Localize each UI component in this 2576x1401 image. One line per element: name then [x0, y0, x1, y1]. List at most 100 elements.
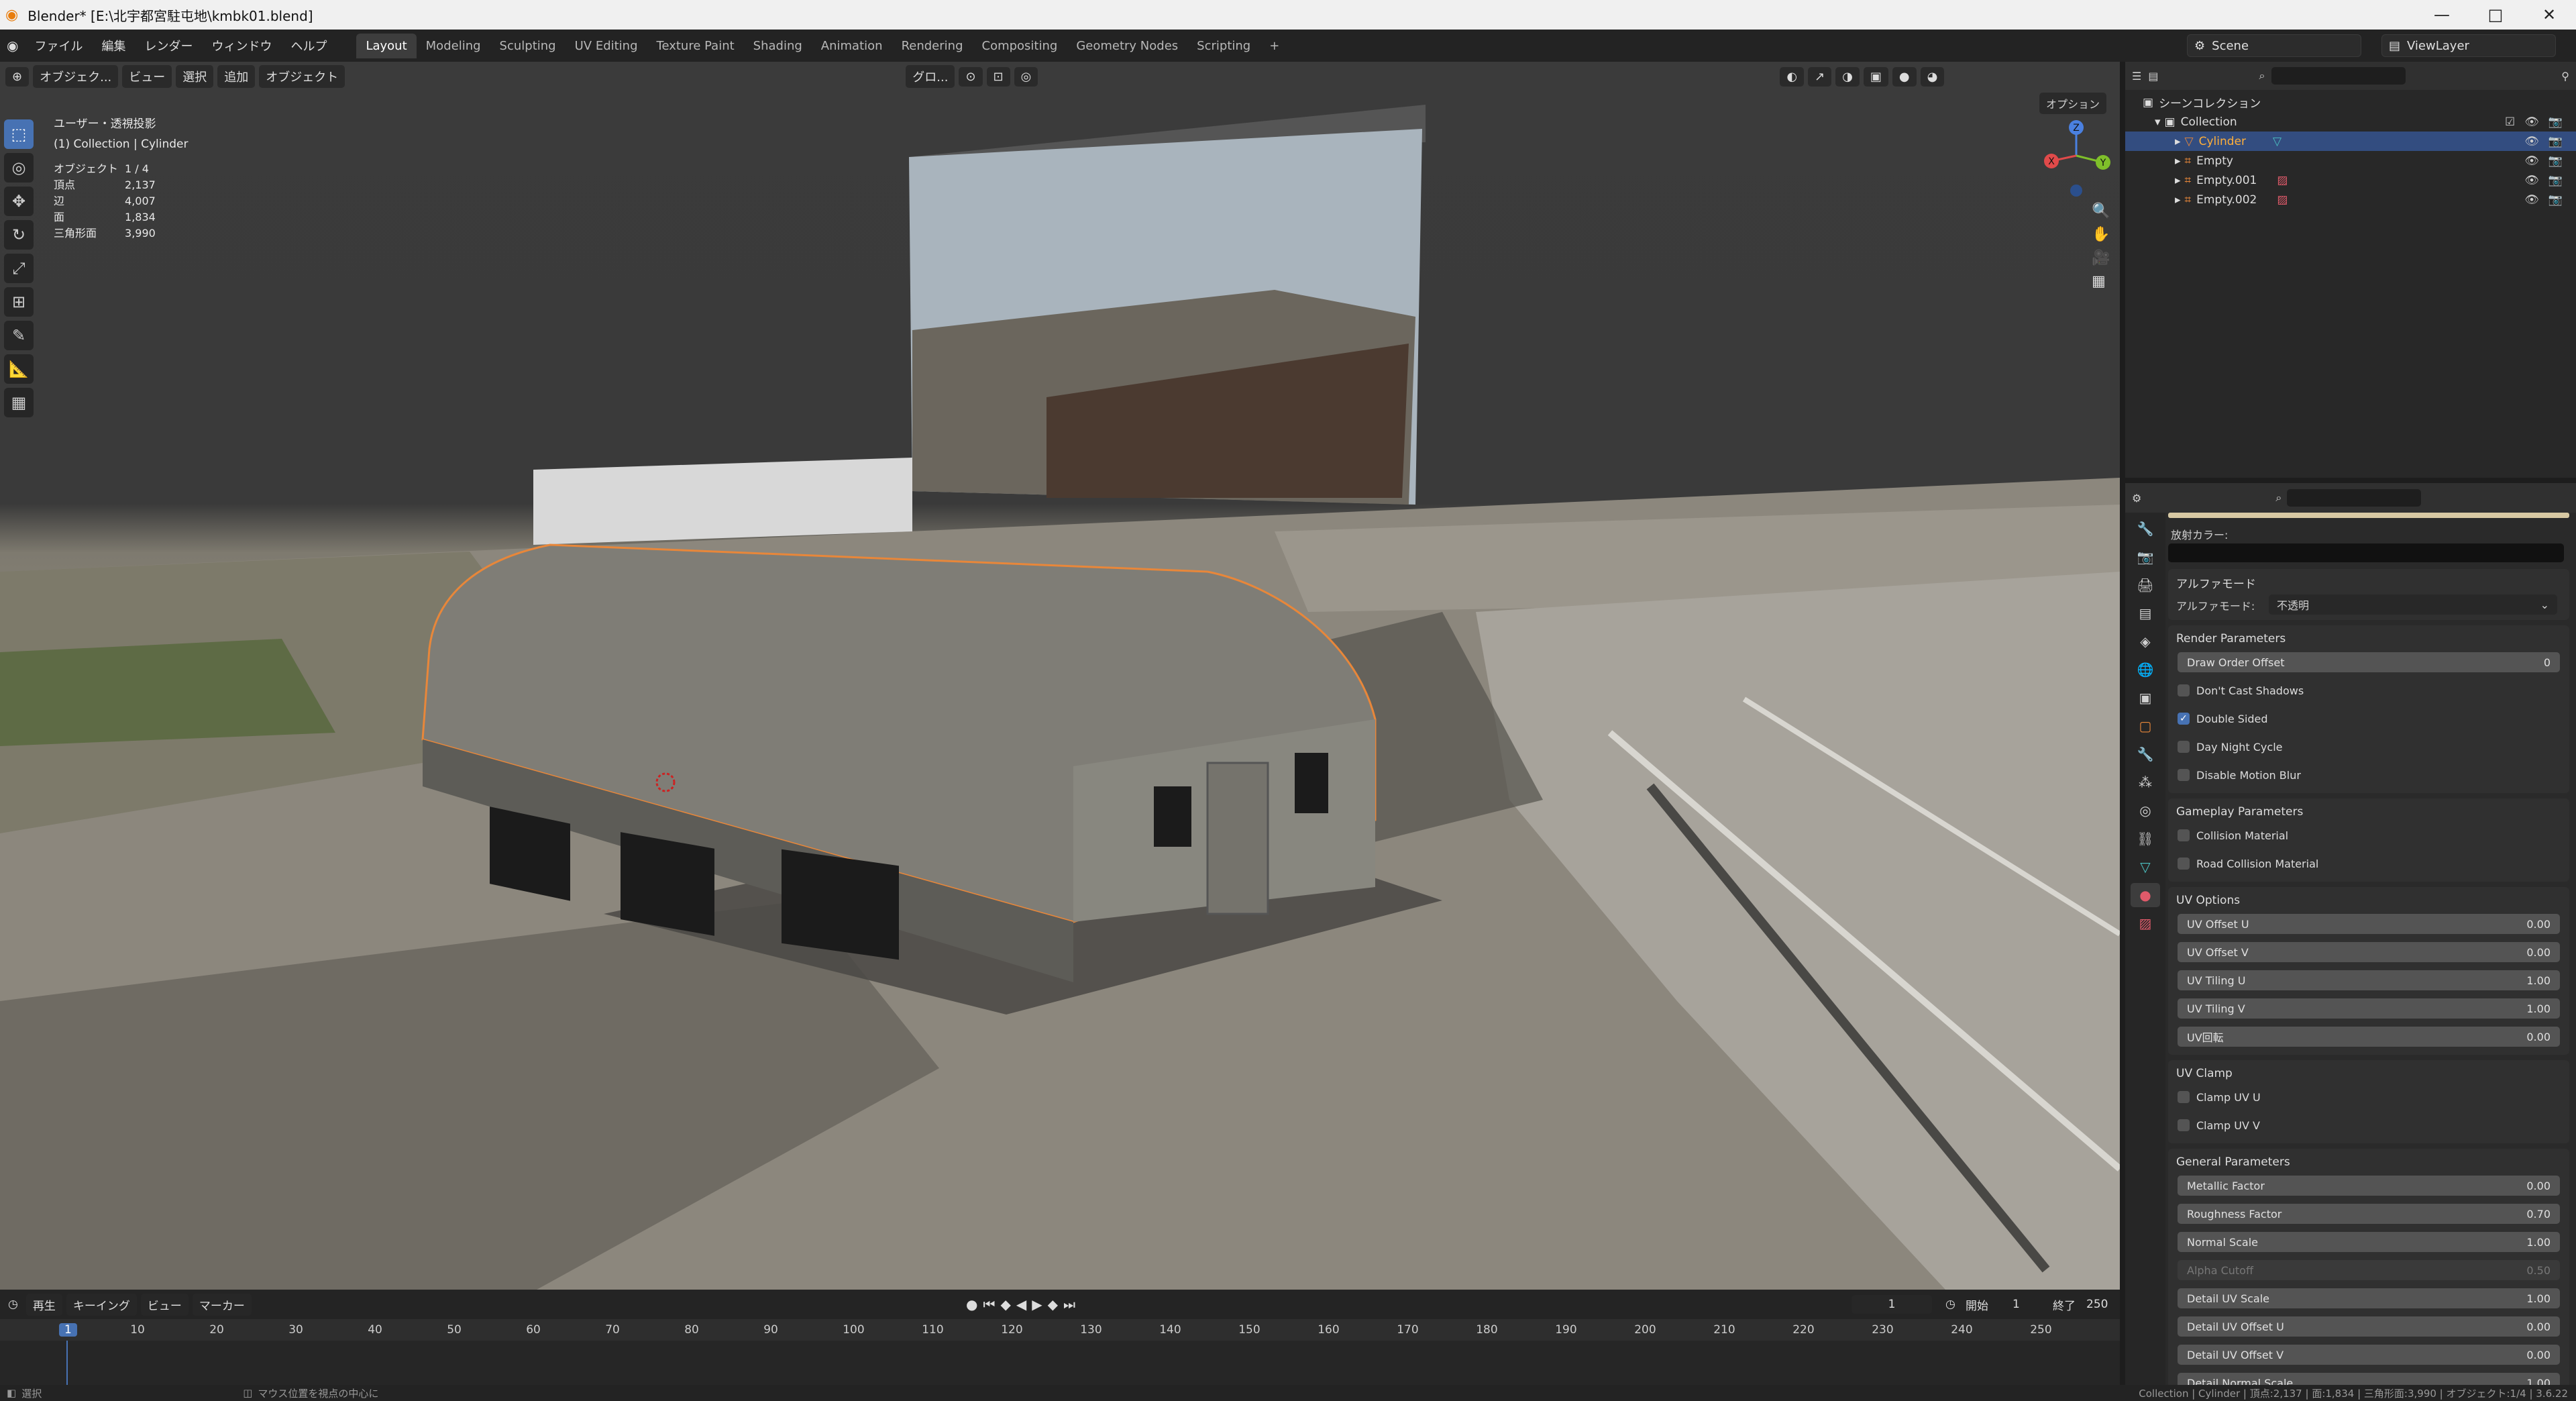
checkbox-icon[interactable]: ☑ — [2505, 115, 2515, 129]
timeline-track[interactable] — [0, 1341, 2120, 1385]
pivot-icon[interactable]: ⊙ — [959, 66, 983, 87]
outliner-search-input[interactable] — [2271, 67, 2406, 85]
menu-edit[interactable]: 編集 — [92, 37, 135, 54]
tab-scripting[interactable]: Scripting — [1187, 34, 1260, 58]
detail-uv-offset-u-field[interactable]: Detail UV Offset U 0.00 — [2178, 1316, 2560, 1337]
tab-texture-paint[interactable]: Texture Paint — [647, 34, 744, 58]
menu-keying[interactable]: キーイング — [66, 1293, 137, 1316]
texture-tab-icon[interactable]: ▨ — [2131, 911, 2160, 935]
disable-motion-blur-checkbox[interactable]: Disable Motion Blur — [2178, 765, 2301, 785]
tab-uv-editing[interactable]: UV Editing — [566, 34, 647, 58]
minimize-button[interactable]: — — [2415, 0, 2469, 30]
scene-tab-icon[interactable]: ◈ — [2131, 629, 2160, 654]
eye-icon[interactable]: 👁 — [2524, 193, 2539, 207]
world-tab-icon[interactable]: 🌐 — [2131, 658, 2160, 682]
object-tab-icon[interactable]: ▢ — [2131, 714, 2160, 738]
general-parameters-heading[interactable]: General Parameters — [2168, 1149, 2569, 1176]
menu-render[interactable]: レンダー — [135, 37, 202, 54]
camera-icon[interactable]: 🎥 — [2092, 250, 2110, 266]
shading-solid-icon[interactable]: ● — [1892, 66, 1917, 87]
start-frame-field[interactable]: 1 — [2012, 1298, 2020, 1311]
alpha-cutoff-field[interactable]: Alpha Cutoff 0.50 — [2178, 1260, 2560, 1280]
camera-icon[interactable]: 📷 — [2548, 174, 2563, 187]
frame-ruler[interactable]: 1 10 20 30 40 50 60 70 80 90 100 110 120 130 140 150 160… — [0, 1319, 2120, 1341]
transform-tool-icon[interactable]: ⊞ — [4, 287, 34, 317]
display-mode-icon[interactable]: ▤ — [2148, 70, 2158, 83]
metallic-factor-field[interactable]: Metallic Factor 0.00 — [2178, 1176, 2560, 1196]
move-tool-icon[interactable]: ✥ — [4, 187, 34, 216]
alpha-mode-heading[interactable]: アルファモード — [2168, 569, 2569, 596]
outliner-item-empty-002[interactable]: ▸ ⌗ Empty.002 ▨ 👁 📷 — [2125, 190, 2576, 209]
tab-layout[interactable]: Layout — [356, 33, 417, 58]
visibility-icon[interactable]: ◐ — [1780, 66, 1805, 87]
gameplay-parameters-heading[interactable]: Gameplay Parameters — [2168, 798, 2569, 825]
normal-scale-field[interactable]: Normal Scale 1.00 — [2178, 1232, 2560, 1252]
alpha-mode-dropdown[interactable]: 不透明 ⌄ — [2269, 594, 2557, 615]
uv-tiling-v-field[interactable]: UV Tiling V 1.00 — [2178, 998, 2560, 1019]
eye-icon[interactable]: 👁 — [2524, 115, 2539, 129]
snap-icon[interactable]: ⊡ — [986, 66, 1010, 87]
current-frame-field[interactable]: 1 — [1851, 1295, 1932, 1314]
measure-tool-icon[interactable]: 📐 — [4, 354, 34, 384]
shading-material-icon[interactable]: ◕ — [1920, 66, 1945, 87]
filter-icon[interactable]: ⚲ — [2561, 70, 2569, 83]
emission-color-swatch[interactable] — [2168, 543, 2564, 562]
search-icon[interactable]: ⌕ — [2259, 69, 2265, 83]
road-collision-checkbox[interactable]: Road Collision Material — [2178, 853, 2318, 874]
record-icon[interactable]: ● — [966, 1296, 977, 1312]
3d-viewport[interactable]: ⊕ オブジェク... ビュー 選択 追加 オブジェクト グロ... ⊙ ⊡ ◎ … — [0, 62, 2120, 1290]
outliner-editor-icon[interactable]: ☰ — [2132, 70, 2141, 83]
grid-icon[interactable]: ▦ — [2092, 273, 2110, 290]
next-key-icon[interactable]: ◆ — [1048, 1296, 1058, 1312]
physics-tab-icon[interactable]: ◎ — [2131, 798, 2160, 823]
jump-end-icon[interactable]: ⏭ — [1063, 1296, 1075, 1312]
scene-selector[interactable]: ⚙ Scene — [2187, 34, 2361, 57]
camera-icon[interactable]: 📷 — [2548, 154, 2563, 168]
menu-object[interactable]: オブジェクト — [259, 65, 345, 88]
expand-arrow-icon[interactable]: ▸ — [2175, 135, 2181, 148]
navigation-gizmo[interactable]: Z Y X — [2039, 115, 2113, 203]
menu-file[interactable]: ファイル — [25, 37, 92, 54]
gizmo-neg-z[interactable] — [2070, 185, 2082, 197]
editor-type-icon[interactable]: ⊕ — [5, 66, 30, 87]
uv-rotation-field[interactable]: UV回転 0.00 — [2178, 1027, 2560, 1047]
collection-row[interactable]: ▾ ▣ Collection ☑ 👁 📷 — [2125, 112, 2576, 132]
uv-clamp-heading[interactable]: UV Clamp — [2168, 1060, 2569, 1087]
gizmo-toggle-icon[interactable]: ↗ — [1808, 66, 1832, 87]
play-icon[interactable]: ▶ — [1032, 1296, 1042, 1312]
tab-rendering[interactable]: Rendering — [892, 34, 973, 58]
cursor-tool-icon[interactable]: ◎ — [4, 153, 34, 183]
properties-search-input[interactable] — [2287, 489, 2422, 507]
pan-hand-icon[interactable]: ✋ — [2092, 226, 2110, 243]
zoom-icon[interactable]: 🔍 — [2092, 203, 2110, 219]
timeline-editor-icon[interactable]: ◷ — [8, 1298, 18, 1311]
menu-view[interactable]: ビュー — [122, 65, 172, 88]
output-tab-icon[interactable]: 🖨 — [2131, 573, 2160, 597]
tab-compositing[interactable]: Compositing — [973, 34, 1067, 58]
day-night-cycle-checkbox[interactable]: Day Night Cycle — [2178, 737, 2282, 757]
tab-modeling[interactable]: Modeling — [417, 34, 490, 58]
scale-tool-icon[interactable]: ⤢ — [4, 254, 34, 283]
mode-selector[interactable]: オブジェク... — [33, 65, 119, 88]
collection-tab-icon[interactable]: ▣ — [2131, 686, 2160, 710]
menu-window[interactable]: ウィンドウ — [202, 37, 281, 54]
tab-shading[interactable]: Shading — [744, 34, 812, 58]
dont-cast-shadows-checkbox[interactable]: Don't Cast Shadows — [2178, 680, 2304, 701]
menu-timeline-view[interactable]: ビュー — [140, 1293, 189, 1316]
menu-marker[interactable]: マーカー — [192, 1293, 252, 1316]
overlay-toggle-icon[interactable]: ◑ — [1835, 66, 1860, 87]
eye-icon[interactable]: 👁 — [2524, 174, 2539, 187]
transform-orientation[interactable]: グロ... — [906, 65, 955, 88]
draw-order-offset-field[interactable]: Draw Order Offset 0 — [2178, 652, 2560, 672]
expand-arrow-icon[interactable]: ▸ — [2175, 154, 2181, 168]
annotate-tool-icon[interactable]: ✎ — [4, 321, 34, 350]
clamp-uv-v-checkbox[interactable]: Clamp UV V — [2178, 1115, 2260, 1135]
rotate-tool-icon[interactable]: ↻ — [4, 220, 34, 250]
clamp-uv-u-checkbox[interactable]: Clamp UV U — [2178, 1087, 2261, 1107]
maximize-button[interactable]: □ — [2469, 0, 2522, 30]
tool-tab-icon[interactable]: 🔧 — [2131, 517, 2160, 541]
options-button[interactable]: オプション — [2039, 93, 2107, 114]
roughness-factor-field[interactable]: Roughness Factor 0.70 — [2178, 1204, 2560, 1224]
menu-add[interactable]: 追加 — [217, 65, 256, 88]
scene-collection-row[interactable]: ▣ シーンコレクション — [2125, 93, 2576, 112]
